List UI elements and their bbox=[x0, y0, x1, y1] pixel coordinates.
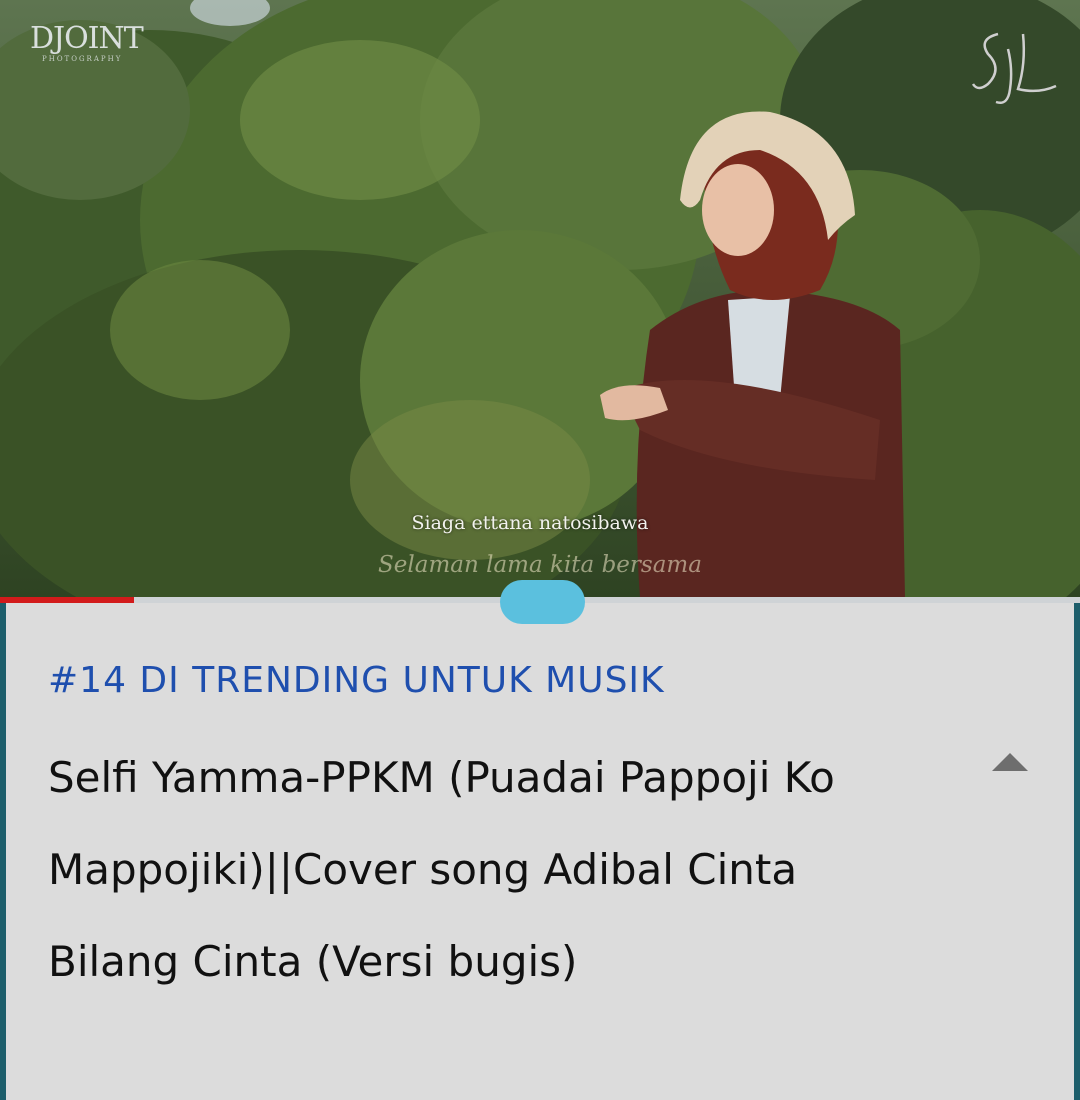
subtitle-line-1: Siaga ettana natosibawa bbox=[411, 512, 649, 534]
video-title: Selfi Yamma-PPKM (Puadai Pappoji Ko Mapp… bbox=[48, 753, 835, 986]
subtitle-line-2: Selaman lama kita bersama bbox=[378, 552, 702, 578]
panel-drag-handle[interactable] bbox=[500, 580, 585, 624]
collapse-description-button[interactable] bbox=[984, 744, 1036, 780]
video-frame bbox=[0, 0, 1080, 598]
chevron-up-icon bbox=[992, 753, 1028, 771]
video-app: DJOINT PHOTOGRAPHY Siaga ettana natosiba… bbox=[0, 0, 1080, 1100]
trending-badge[interactable]: #14 DI TRENDING UNTUK MUSIK bbox=[48, 660, 665, 701]
signature-monogram-icon bbox=[971, 32, 1057, 104]
video-player[interactable]: DJOINT PHOTOGRAPHY Siaga ettana natosiba… bbox=[0, 0, 1080, 598]
brand-watermark: DJOINT PHOTOGRAPHY bbox=[30, 21, 144, 63]
